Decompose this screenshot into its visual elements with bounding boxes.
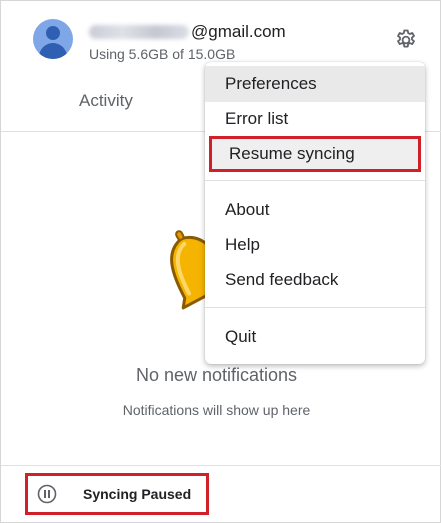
tab-activity[interactable]: Activity (79, 91, 133, 111)
pause-circle-icon (37, 484, 57, 504)
account-email: @gmail.com (89, 21, 286, 43)
menu-separator (205, 180, 425, 181)
footer-divider (1, 465, 441, 466)
sync-status[interactable]: Syncing Paused (25, 473, 209, 515)
menu-item-resume-syncing[interactable]: Resume syncing (209, 136, 421, 172)
email-domain: @gmail.com (191, 22, 286, 41)
avatar-head (46, 26, 60, 40)
menu-item-about[interactable]: About (205, 192, 425, 228)
settings-menu: Preferences Error list Resume syncing Ab… (205, 62, 425, 364)
empty-state-title: No new notifications (135, 365, 298, 385)
menu-item-error-list[interactable]: Error list (205, 101, 425, 137)
menu-item-quit[interactable]: Quit (205, 319, 425, 355)
menu-separator (205, 307, 425, 308)
sync-status-label: Syncing Paused (83, 486, 192, 502)
drive-activity-panel: @gmail.com Using 5.6GB of 15.0GB Activit… (0, 0, 441, 523)
empty-state-subtitle: Notifications will show up here (122, 402, 311, 418)
gear-icon[interactable] (394, 28, 418, 52)
menu-item-send-feedback[interactable]: Send feedback (205, 262, 425, 298)
menu-item-preferences[interactable]: Preferences (205, 66, 425, 102)
storage-usage: Using 5.6GB of 15.0GB (89, 46, 236, 62)
menu-item-help[interactable]: Help (205, 227, 425, 263)
email-redacted (89, 25, 189, 39)
account-avatar-icon[interactable] (33, 19, 73, 59)
avatar-body (39, 43, 67, 59)
